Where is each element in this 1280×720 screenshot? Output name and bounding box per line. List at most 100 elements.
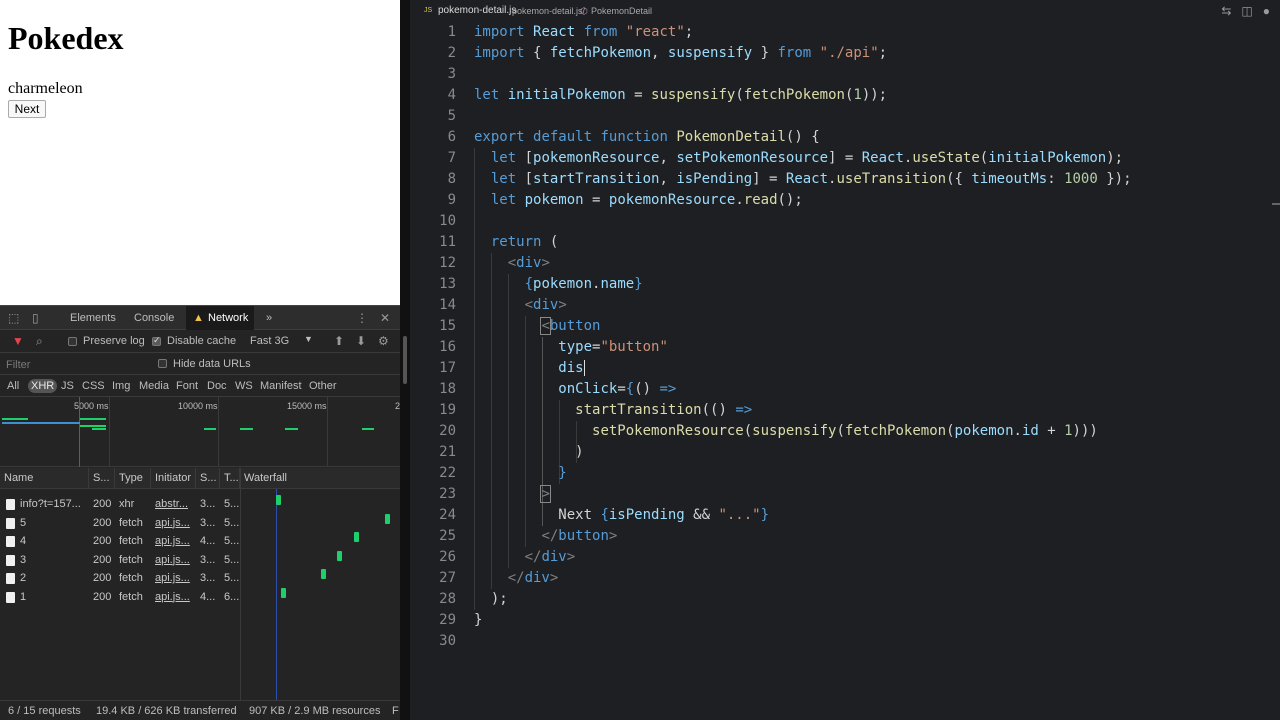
code-editor[interactable]: JS pokemon-detail.js pokemon-detail.js/ … — [410, 0, 1280, 720]
code-line[interactable]: startTransition(() => — [474, 400, 752, 421]
cell-initiator[interactable]: api.js... — [151, 551, 196, 569]
timeline-segment — [92, 428, 106, 430]
cell-initiator[interactable]: api.js... — [151, 588, 196, 606]
type-filter-all[interactable]: All — [4, 379, 22, 393]
code-line[interactable]: Next {isPending && "..."} — [474, 505, 769, 526]
waterfall-bar[interactable] — [280, 587, 286, 598]
search-icon[interactable]: ⌕ — [36, 329, 43, 353]
filter-icon[interactable]: ▼ — [12, 329, 24, 353]
type-filter-js[interactable]: JS — [58, 379, 77, 393]
cell-initiator[interactable]: abstr... — [151, 495, 196, 513]
editor-breadcrumb-bar: JS pokemon-detail.js pokemon-detail.js/ … — [410, 0, 1280, 22]
code-line[interactable]: let [startTransition, isPending] = React… — [474, 169, 1132, 190]
line-number: 12 — [439, 255, 456, 271]
column-header-type[interactable]: Type — [115, 468, 151, 489]
tab-network[interactable]: ▲ Network — [186, 306, 255, 330]
device-toolbar-icon[interactable]: ▯ — [32, 306, 39, 330]
code-line[interactable]: type="button" — [474, 337, 668, 358]
column-header-size[interactable]: S... — [196, 468, 220, 489]
type-filter-doc[interactable]: Doc — [204, 379, 230, 393]
type-filter-ws[interactable]: WS — [232, 379, 256, 393]
split-editor-icon[interactable]: ◫ — [1241, 4, 1252, 18]
split-divider[interactable] — [400, 0, 410, 720]
code-line[interactable]: let pokemon = pokemonResource.read(); — [474, 190, 803, 211]
code-line[interactable]: dis — [474, 358, 585, 379]
code-line[interactable]: let initialPokemon = suspensify(fetchPok… — [474, 85, 887, 106]
code-line[interactable]: ); — [474, 589, 508, 610]
waterfall-bar[interactable] — [275, 495, 281, 505]
tab-console[interactable]: Console — [128, 306, 180, 330]
waterfall-bar[interactable] — [354, 532, 360, 542]
hide-data-urls-checkbox[interactable] — [158, 359, 167, 368]
code-line[interactable]: let [pokemonResource, setPokemonResource… — [474, 148, 1123, 169]
kebab-menu-icon[interactable]: ⋮ — [356, 306, 368, 330]
table-row[interactable]: 5 200 fetch api.js... 3... 5... — [0, 514, 240, 532]
column-header-time[interactable]: T... — [220, 468, 240, 489]
code-line[interactable]: setPokemonResource(suspensify(fetchPokem… — [474, 421, 1098, 442]
import-har-icon[interactable]: ⬆ — [334, 329, 344, 353]
code-line[interactable]: <div> — [474, 295, 567, 316]
next-button[interactable]: Next — [8, 100, 46, 118]
type-filter-media[interactable]: Media — [136, 379, 172, 393]
cell-type: xhr — [119, 498, 135, 510]
breadcrumb-file[interactable]: pokemon-detail.js — [438, 5, 516, 16]
table-row[interactable]: 3 200 fetch api.js... 3... 5... — [0, 551, 240, 569]
type-filter-xhr[interactable]: XHR — [28, 379, 58, 393]
network-overview-timeline[interactable]: 5000 ms 10000 ms 15000 ms 2 — [0, 397, 400, 467]
filter-input[interactable]: Filter — [6, 359, 30, 371]
column-header-initiator[interactable]: Initiator — [151, 468, 196, 489]
table-row[interactable]: info?t=157... 200 xhr abstr... 3... 5... — [0, 495, 240, 513]
cell-initiator[interactable]: api.js... — [151, 514, 196, 532]
column-header-status[interactable]: S... — [89, 468, 115, 489]
chevron-down-icon[interactable]: ▼ — [304, 334, 313, 344]
waterfall-bar[interactable] — [336, 550, 342, 561]
type-filter-other[interactable]: Other — [306, 379, 340, 393]
code-line[interactable]: {pokemon.name} — [474, 274, 643, 295]
code-line[interactable]: <button — [474, 316, 600, 337]
code-line[interactable]: import React from "react"; — [474, 22, 693, 43]
close-icon[interactable]: ✕ — [380, 306, 390, 330]
line-number: 14 — [439, 297, 456, 313]
code-line[interactable]: export default function PokemonDetail() … — [474, 127, 820, 148]
code-line[interactable]: } — [474, 610, 482, 631]
filter-row: Filter Hide data URLs — [0, 353, 400, 375]
table-row[interactable]: 4 200 fetch api.js... 4... 5... — [0, 532, 240, 550]
cell-initiator[interactable]: api.js... — [151, 569, 196, 587]
split-grip[interactable] — [403, 336, 407, 384]
code-line[interactable]: } — [474, 463, 566, 484]
code-line[interactable]: </div> — [474, 568, 559, 589]
cell-size: 3... — [200, 572, 216, 584]
code-line[interactable]: ) — [474, 442, 583, 463]
code-line[interactable]: </button> — [474, 526, 617, 547]
waterfall-bar[interactable] — [320, 569, 326, 579]
code-line[interactable]: <div> — [474, 253, 550, 274]
scrollbar-marker[interactable] — [1272, 203, 1280, 205]
code-line[interactable]: return ( — [474, 232, 558, 253]
preserve-log-checkbox[interactable] — [68, 337, 77, 346]
code-line[interactable]: </div> — [474, 547, 576, 568]
table-row[interactable]: 2 200 fetch api.js... 3... 5... — [0, 569, 240, 587]
breadcrumb-symbol[interactable]: PokemonDetail — [591, 6, 652, 16]
disable-cache-checkbox[interactable] — [152, 335, 161, 346]
compare-icon[interactable]: ⇆ — [1221, 4, 1231, 18]
cell-initiator[interactable]: api.js... — [151, 532, 196, 550]
type-filter-css[interactable]: CSS — [79, 379, 108, 393]
waterfall-bar[interactable] — [384, 513, 390, 524]
more-tabs-icon[interactable]: » — [260, 306, 278, 330]
table-row[interactable]: 1 200 fetch api.js... 4... 6... — [0, 588, 240, 606]
type-filter-manifest[interactable]: Manifest — [257, 379, 305, 393]
code-line[interactable]: onClick={() => — [474, 379, 676, 400]
breadcrumb-path[interactable]: pokemon-detail.js/ — [512, 6, 585, 16]
code-line[interactable]: > — [474, 484, 551, 505]
unsaved-dot-icon[interactable]: ● — [1263, 4, 1270, 18]
tab-elements[interactable]: Elements — [64, 306, 122, 330]
code-line[interactable]: import { fetchPokemon, suspensify } from… — [474, 43, 887, 64]
type-filter-img[interactable]: Img — [109, 379, 133, 393]
export-har-icon[interactable]: ⬇ — [356, 329, 366, 353]
column-header-name[interactable]: Name — [0, 468, 89, 489]
gear-icon[interactable]: ⚙ — [378, 329, 389, 353]
throttling-select[interactable]: Fast 3G — [250, 335, 289, 347]
inspect-element-icon[interactable]: ⬚ — [8, 306, 19, 330]
type-filter-font[interactable]: Font — [173, 379, 201, 393]
cell-status: 200 — [93, 553, 112, 566]
